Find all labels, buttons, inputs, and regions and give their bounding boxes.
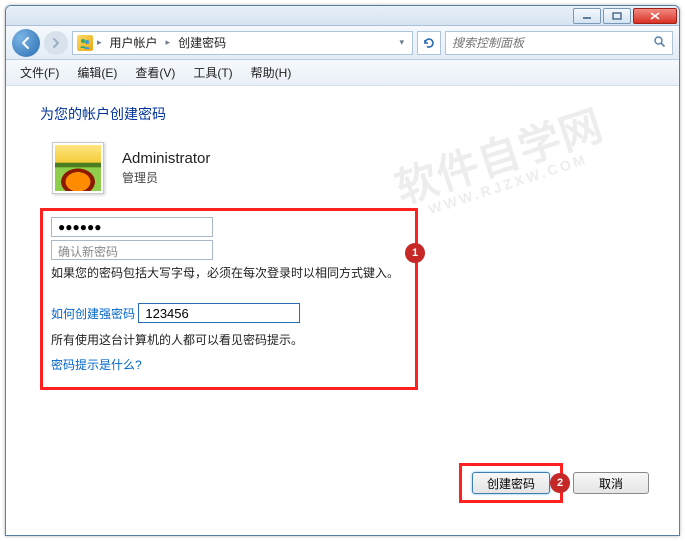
search-box[interactable] — [445, 31, 673, 55]
titlebar — [6, 6, 679, 26]
menu-file[interactable]: 文件(F) — [12, 61, 67, 84]
refresh-button[interactable] — [417, 31, 441, 55]
user-block: Administrator 管理员 — [52, 142, 649, 194]
minimize-button[interactable] — [573, 8, 601, 24]
menu-tools[interactable]: 工具(T) — [185, 61, 240, 84]
user-role: 管理员 — [122, 169, 210, 186]
menubar: 文件(F) 编辑(E) 查看(V) 工具(T) 帮助(H) — [6, 60, 679, 86]
nav-back-button[interactable] — [12, 29, 40, 57]
breadcrumb-dropdown-icon[interactable]: ▾ — [395, 37, 408, 48]
annotation-badge-2: 2 — [550, 473, 570, 493]
control-panel-window: ▸ 用户帐户 ▸ 创建密码 ▾ 文件(F) 编辑(E) 查看(V) 工具(T) … — [5, 5, 680, 536]
annotation-badge-1: 1 — [405, 243, 425, 263]
user-accounts-icon — [77, 35, 93, 51]
create-button-highlight: 创建密码 2 — [459, 463, 563, 503]
new-password-input[interactable] — [51, 217, 213, 237]
strong-password-link[interactable]: 如何创建强密码 — [51, 305, 135, 322]
confirm-password-input[interactable]: 确认新密码 — [51, 240, 213, 260]
avatar — [52, 142, 104, 194]
menu-help[interactable]: 帮助(H) — [243, 61, 300, 84]
chevron-right-icon: ▸ — [164, 37, 173, 48]
case-sensitivity-hint: 如果您的密码包括大写字母，必须在每次登录时以相同方式键入。 — [51, 264, 407, 283]
password-hint-input[interactable] — [138, 303, 300, 323]
button-row: 创建密码 2 取消 — [459, 463, 649, 503]
search-input[interactable] — [452, 36, 653, 50]
content-area: 软件自学网 WWW.RJZXW.COM 为您的帐户创建密码 Administra… — [6, 86, 679, 535]
page-title: 为您的帐户创建密码 — [40, 104, 649, 124]
chevron-right-icon: ▸ — [95, 37, 104, 48]
search-icon — [653, 35, 666, 51]
hint-visibility-note: 所有使用这台计算机的人都可以看见密码提示。 — [51, 331, 407, 350]
breadcrumb-item[interactable]: 用户帐户 — [106, 32, 162, 53]
maximize-button[interactable] — [603, 8, 631, 24]
breadcrumb-item[interactable]: 创建密码 — [174, 32, 230, 53]
menu-edit[interactable]: 编辑(E) — [69, 61, 125, 84]
navbar: ▸ 用户帐户 ▸ 创建密码 ▾ — [6, 26, 679, 60]
create-password-button[interactable]: 创建密码 — [472, 472, 550, 494]
menu-view[interactable]: 查看(V) — [127, 61, 183, 84]
close-button[interactable] — [633, 8, 677, 24]
nav-forward-button[interactable] — [44, 31, 68, 55]
user-name: Administrator — [122, 150, 210, 167]
cancel-button[interactable]: 取消 — [573, 472, 649, 494]
address-breadcrumb[interactable]: ▸ 用户帐户 ▸ 创建密码 ▾ — [72, 31, 413, 55]
password-form-section: 1 确认新密码 如果您的密码包括大写字母，必须在每次登录时以相同方式键入。 如何… — [40, 208, 418, 390]
what-is-hint-link[interactable]: 密码提示是什么? — [51, 356, 142, 373]
